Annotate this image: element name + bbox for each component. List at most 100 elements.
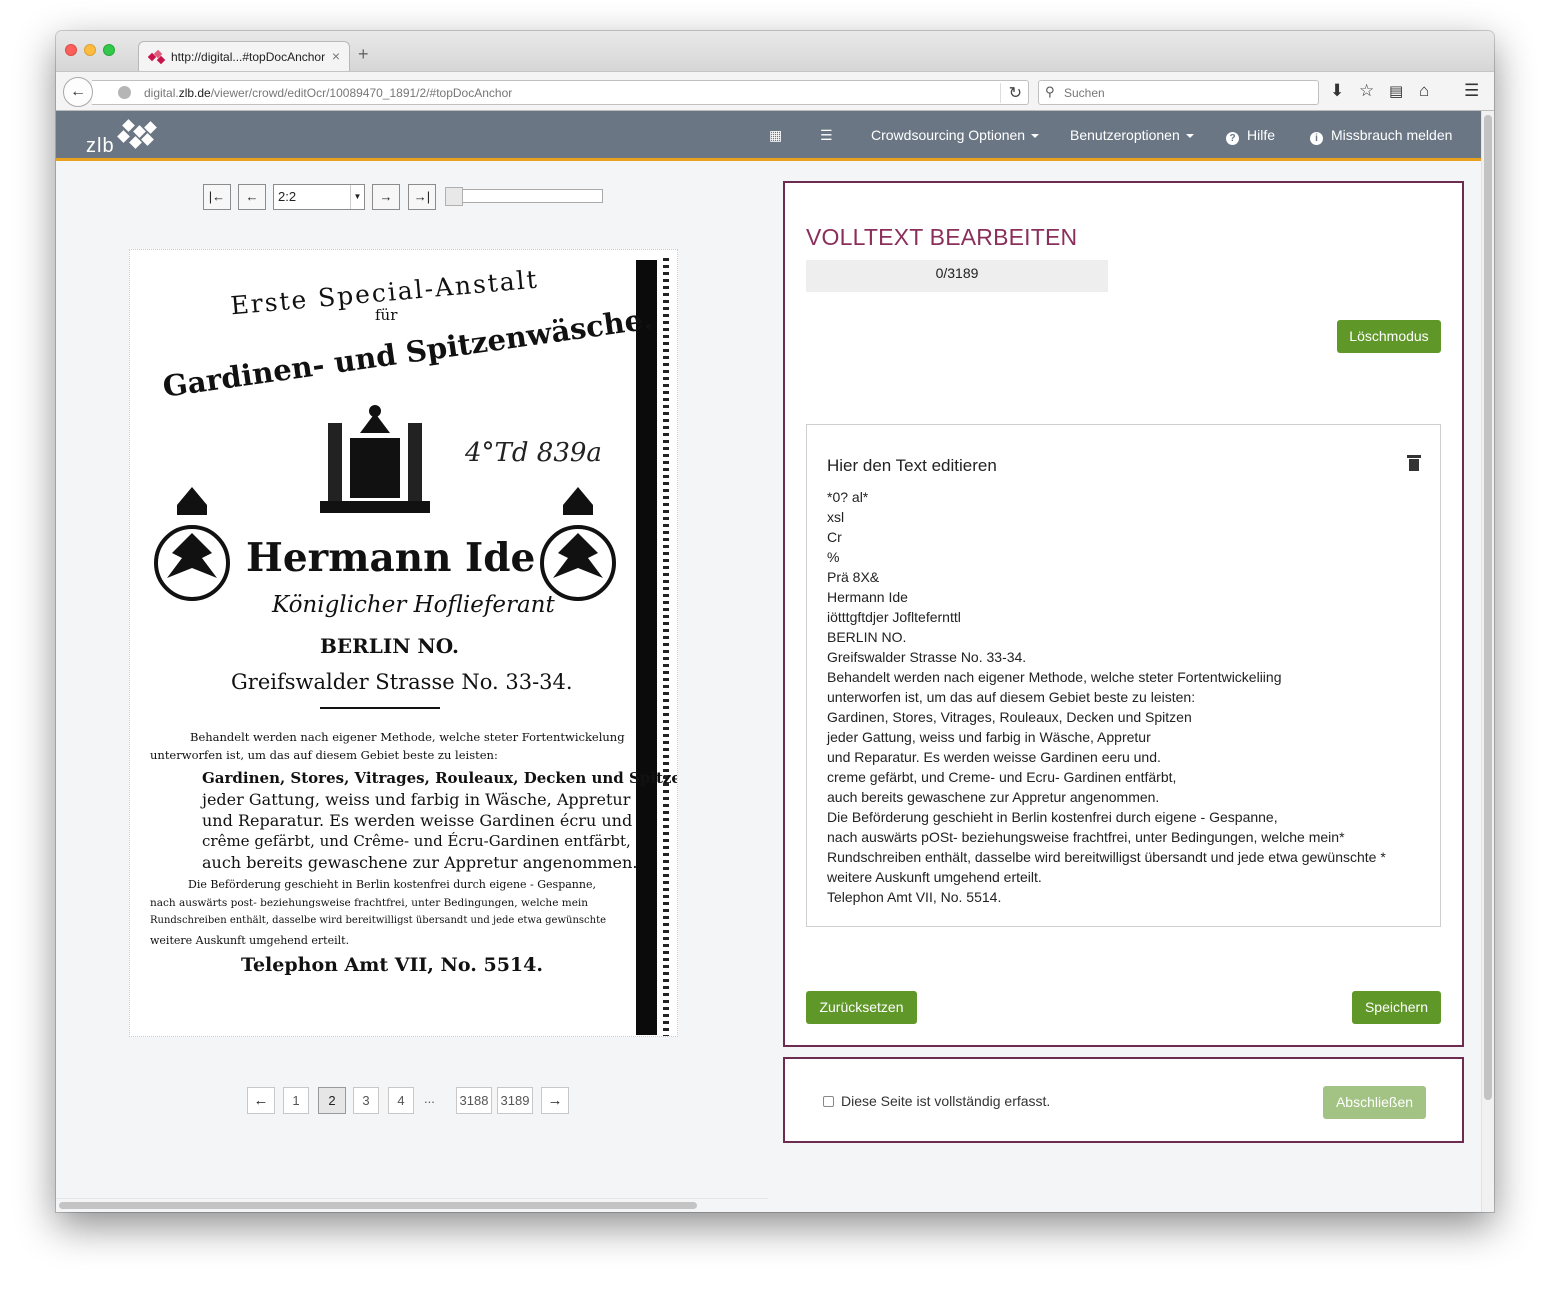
close-window-icon[interactable] [65,44,77,56]
ocr-line[interactable]: Rundschreiben enthält, dasselbe wird ber… [827,847,1386,867]
horizontal-scrollbar-thumb[interactable] [59,1202,697,1209]
search-icon: ⚲ [1045,84,1055,99]
ocr-line[interactable]: jeder Gattung, weiss und farbig in Wäsch… [827,727,1386,747]
ocr-line[interactable]: nach auswärts pOSt- beziehungsweise frac… [827,827,1386,847]
page-select[interactable]: 2:2 ▼ [273,184,365,210]
ocr-line[interactable]: iötttgftdjer Jofltefernttl [827,607,1386,627]
page-content: zlb ▦ ☰ Crowdsourcing Optionen Benutzero… [56,111,1481,1212]
site-info-icon[interactable] [118,86,131,99]
ocr-line[interactable]: Behandelt werden nach eigener Methode, w… [827,667,1386,687]
ocr-line[interactable]: Gardinen, Stores, Vitrages, Rouleaux, De… [827,707,1386,727]
ocr-line[interactable]: Cr [827,527,1386,547]
pagination-page-3188[interactable]: 3188 [456,1087,492,1114]
new-tab-button[interactable]: + [358,45,369,63]
page-complete-label[interactable]: Diese Seite ist vollständig erfasst. [841,1093,1050,1109]
home-icon[interactable]: ⌂ [1419,81,1429,101]
ocr-line[interactable]: und Reparatur. Es werden weisse Gardinen… [827,747,1386,767]
list-view-icon[interactable]: ☰ [820,127,833,144]
url-bar[interactable]: digital.zlb.de/viewer/crowd/editOcr/1008… [92,80,1029,105]
ocr-line[interactable]: Hermann Ide [827,587,1386,607]
vertical-scrollbar[interactable] [1481,111,1494,1212]
vertical-scrollbar-thumb[interactable] [1484,115,1492,1100]
minimize-window-icon[interactable] [84,44,96,56]
scan-para3-d: weitere Auskunft umgehend erteilt. [150,934,350,947]
url-text[interactable]: digital.zlb.de/viewer/crowd/editOcr/1008… [144,86,512,100]
browser-toolbar: digital.zlb.de/viewer/crowd/editOcr/1008… [56,71,1494,111]
ocr-line[interactable]: Die Beförderung geschieht in Berlin kost… [827,807,1386,827]
scan-para1-a: Behandelt werden nach eigener Methode, w… [190,730,625,744]
ocr-line[interactable]: BERLIN NO. [827,627,1386,647]
text-edit-card-title: Hier den Text editieren [827,456,997,475]
chevron-down-icon [1031,134,1040,139]
user-options-menu[interactable]: Benutzeroptionen [1070,127,1194,143]
ocr-line[interactable]: *0? al* [827,487,1386,507]
tab-strip: http://digital...#topDocAnchor × + [56,31,1494,72]
ocr-line[interactable]: % [827,547,1386,567]
ocr-line[interactable]: unterworfen ist, um das auf diesem Gebie… [827,687,1386,707]
pagination-page-4[interactable]: 4 [388,1087,414,1114]
page-complete-checkbox[interactable] [823,1096,834,1107]
zoom-window-icon[interactable] [103,44,115,56]
save-button[interactable]: Speichern [1352,991,1441,1024]
reset-button[interactable]: Zurücksetzen [806,991,917,1024]
horizontal-scrollbar[interactable] [56,1198,768,1212]
zoom-slider-handle[interactable] [445,187,463,206]
finish-button[interactable]: Abschließen [1323,1086,1426,1119]
eagle-emblem-left-icon [154,487,230,601]
scan-ornament-divider [320,707,440,709]
last-page-button[interactable]: →| [408,184,436,210]
ocr-text-area[interactable]: *0? al* xsl Cr % Prä 8X& Hermann Ide iöt… [827,487,1386,907]
scan-street: Greifswalder Strasse No. 33-34. [231,670,573,694]
document-scan-image[interactable]: Erste Special-Anstalt für Gardinen- und … [129,249,678,1037]
next-page-button[interactable]: → [372,184,400,210]
ocr-line[interactable]: Prä 8X& [827,567,1386,587]
pagination-page-3189[interactable]: 3189 [497,1087,533,1114]
scan-para2-c: und Reparatur. Es werden weisse Gardinen… [202,811,633,830]
scan-city: BERLIN NO. [320,634,459,658]
pagination-ellipsis: ... [424,1091,435,1106]
browser-tab[interactable]: http://digital...#topDocAnchor × [138,41,350,72]
zoom-slider[interactable] [445,187,603,206]
help-link[interactable]: ? Hilfe [1226,127,1275,145]
scan-phone: Telephon Amt VII, No. 5514. [241,954,543,976]
browser-search-input[interactable]: ⚲ Suchen [1038,80,1319,105]
editor-heading: VOLLTEXT BEARBEITEN [806,224,1078,250]
ocr-line[interactable]: creme gefärbt, und Creme- und Ecru- Gard… [827,767,1386,787]
app-navbar: zlb ▦ ☰ Crowdsourcing Optionen Benutzero… [56,111,1481,161]
scan-para2-d: crême gefärbt, und Crême- und Écru-Gardi… [202,832,631,850]
chevron-down-icon [1185,134,1194,139]
reading-list-icon[interactable]: ▤ [1389,82,1403,100]
report-abuse-link[interactable]: i Missbrauch melden [1310,127,1452,145]
browser-window: http://digital...#topDocAnchor × + digit… [56,31,1494,1212]
back-button[interactable]: ← [63,77,93,107]
help-icon: ? [1226,132,1239,145]
zlb-favicon-icon [147,49,166,65]
ocr-line[interactable]: auch bereits gewaschene zur Appretur ang… [827,787,1386,807]
first-page-button[interactable]: |← [203,184,231,210]
pagination-next-button[interactable]: → [541,1087,569,1114]
trash-icon[interactable] [1407,455,1421,471]
menu-icon[interactable]: ☰ [1464,81,1479,101]
pagination-page-2[interactable]: 2 [318,1087,346,1114]
scan-para3-b: nach auswärts post- beziehungsweise frac… [150,897,589,909]
dropdown-arrow-icon: ▼ [350,185,364,209]
ocr-line[interactable]: Greifswalder Strasse No. 33-34. [827,647,1386,667]
image-view-icon[interactable]: ▦ [769,127,782,144]
scan-para3-a: Die Beförderung geschieht in Berlin kost… [188,878,596,891]
crowdsourcing-options-menu[interactable]: Crowdsourcing Optionen [871,127,1040,143]
previous-page-button[interactable]: ← [238,184,266,210]
zlb-logo[interactable]: zlb [86,119,166,157]
ocr-line[interactable]: xsl [827,507,1386,527]
scan-edge-shadow [636,260,657,1035]
pagination-prev-button[interactable]: ← [247,1087,275,1114]
pagination-page-1[interactable]: 1 [283,1087,309,1114]
bookmark-star-icon[interactable]: ☆ [1359,81,1374,101]
ocr-line[interactable]: weitere Auskunft umgehend erteilt. [827,867,1386,887]
delete-mode-button[interactable]: Löschmodus [1337,320,1441,353]
reload-icon[interactable]: ↻ [999,83,1022,103]
ocr-line[interactable]: Telephon Amt VII, No. 5514. [827,887,1386,907]
download-icon[interactable]: ⬇ [1330,81,1344,101]
scan-para2-a: Gardinen, Stores, Vitrages, Rouleaux, De… [202,769,678,787]
pagination-page-3[interactable]: 3 [353,1087,379,1114]
close-tab-icon[interactable]: × [332,48,340,64]
